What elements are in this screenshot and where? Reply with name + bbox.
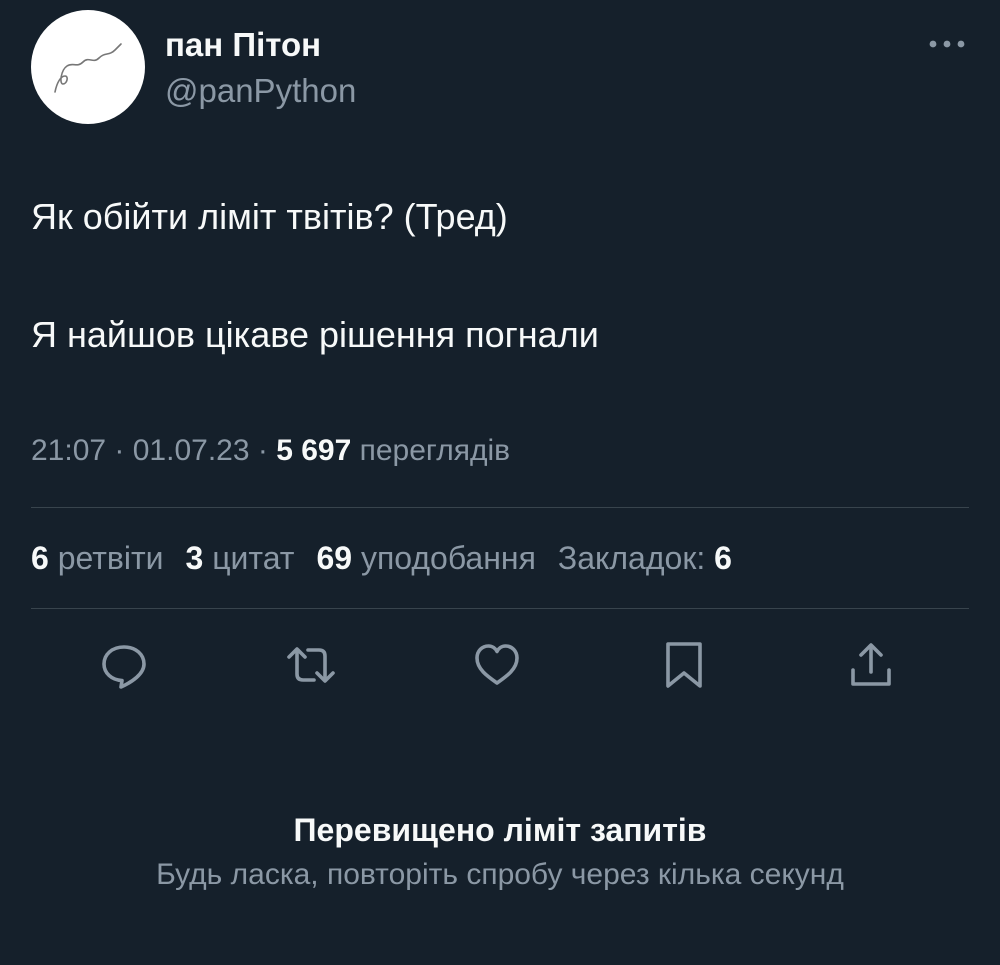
retweet-icon — [287, 647, 335, 683]
tweet-text-line: Я найшов цікаве рішення погнали — [31, 314, 599, 355]
tweet-date[interactable]: 01.07.23 — [133, 434, 250, 467]
retweets-stat[interactable]: 6 ретвіти — [31, 540, 164, 577]
bookmark-button[interactable] — [659, 640, 709, 690]
likes-count: 69 — [316, 540, 353, 576]
views-label: переглядів — [359, 434, 511, 467]
quotes-count: 3 — [185, 540, 204, 576]
likes-label: уподобання — [360, 540, 536, 576]
bookmarks-count: 6 — [714, 540, 732, 576]
tweet-text-line: Як обійти ліміт твітів? (Тред) — [31, 196, 508, 237]
more-horizontal-icon[interactable] — [926, 32, 968, 56]
quotes-label: цитат — [212, 540, 295, 576]
like-button[interactable] — [472, 640, 522, 690]
divider — [31, 608, 969, 609]
author-handle[interactable]: @panPython — [165, 72, 356, 110]
squiggle-line-avatar-icon — [54, 43, 122, 93]
retweets-count: 6 — [31, 540, 49, 576]
avatar[interactable] — [31, 10, 145, 124]
share-icon — [851, 643, 891, 686]
likes-stat[interactable]: 69 уподобання — [316, 540, 535, 577]
like-icon — [475, 644, 519, 685]
share-button[interactable] — [846, 640, 896, 690]
reply-button[interactable] — [99, 640, 149, 690]
views-count: 5 697 — [276, 434, 352, 467]
divider — [31, 507, 969, 508]
rate-limit-error-subtitle: Будь ласка, повторіть спробу через кільк… — [156, 858, 844, 891]
retweet-button[interactable] — [286, 640, 336, 690]
retweets-label: ретвіти — [57, 540, 164, 576]
meta-separator: · — [249, 434, 277, 467]
rate-limit-error-title: Перевищено ліміт запитів — [293, 812, 707, 848]
bookmark-icon — [666, 642, 702, 688]
bookmarks-stat: Закладок: 6 — [558, 540, 732, 577]
tweet-time[interactable]: 21:07 — [31, 434, 106, 467]
reply-icon — [102, 645, 146, 689]
bookmarks-label: Закладок: — [557, 540, 706, 576]
meta-separator: · — [106, 434, 133, 467]
quotes-stat[interactable]: 3 цитат — [186, 540, 295, 577]
engagement-stats: 6 ретвіти 3 цитат 69 уподобання Закладок… — [31, 540, 754, 577]
author-display-name[interactable]: пан Пітон — [165, 26, 321, 64]
tweet-meta: 21:07 · 01.07.23 · 5 697 переглядів — [31, 434, 510, 468]
